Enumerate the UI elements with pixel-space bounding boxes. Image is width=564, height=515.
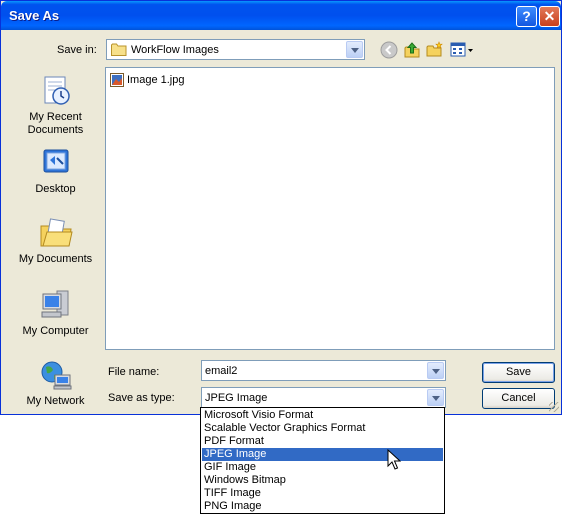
file-name-field[interactable]: email2 — [201, 360, 446, 381]
save-in-label: Save in: — [57, 44, 97, 56]
type-option[interactable]: PNG Image — [202, 500, 443, 513]
place-label: My Network — [26, 395, 85, 407]
place-label: My Documents — [18, 253, 93, 265]
place-label: My Computer — [22, 325, 89, 337]
file-name-label: File name: — [108, 366, 160, 378]
new-folder-icon[interactable] — [426, 41, 444, 59]
place-my-network[interactable]: My Network — [13, 358, 98, 408]
help-button[interactable]: ? — [516, 6, 537, 27]
jpg-file-icon — [110, 73, 124, 87]
type-option[interactable]: Scalable Vector Graphics Format — [202, 422, 443, 435]
save-as-dialog: Save As ? ✕ Save in: WorkFlow Images My … — [0, 0, 562, 415]
places-bar: My Recent Documents Desktop My Documents… — [13, 66, 98, 412]
place-desktop[interactable]: Desktop — [13, 146, 98, 196]
dialog-title: Save As — [9, 8, 60, 23]
save-as-type-label: Save as type: — [108, 392, 175, 404]
my-computer-icon — [39, 288, 73, 322]
save-as-type-dropdown-button[interactable] — [427, 389, 444, 406]
type-option[interactable]: GIF Image — [202, 461, 443, 474]
place-my-documents[interactable]: My Documents — [13, 216, 98, 266]
file-name-dropdown-button[interactable] — [427, 362, 444, 379]
up-folder-icon[interactable] — [403, 41, 421, 59]
resize-grip[interactable] — [549, 402, 559, 412]
place-label: My Recent Documents — [27, 111, 84, 136]
save-as-type-value: JPEG Image — [205, 392, 268, 404]
save-in-value: WorkFlow Images — [131, 44, 219, 56]
type-option[interactable]: Windows Bitmap — [202, 474, 443, 487]
save-as-type-select[interactable]: JPEG Image — [201, 387, 446, 408]
save-in-combo[interactable]: WorkFlow Images — [106, 39, 365, 60]
recent-documents-icon — [39, 74, 73, 108]
place-my-computer[interactable]: My Computer — [13, 288, 98, 338]
file-name-value: email2 — [205, 365, 238, 377]
save-as-type-dropdown-list[interactable]: Microsoft Visio Format Scalable Vector G… — [200, 407, 445, 514]
mouse-cursor-icon — [387, 448, 402, 474]
my-documents-icon — [39, 216, 73, 250]
title-bar[interactable]: Save As ? ✕ — [1, 1, 561, 30]
type-option[interactable]: TIFF Image — [202, 487, 443, 500]
place-label: Desktop — [35, 183, 76, 195]
save-button[interactable]: Save — [482, 362, 555, 383]
folder-icon — [111, 43, 127, 59]
type-option[interactable]: PDF Format — [202, 435, 443, 448]
my-network-icon — [39, 358, 73, 392]
file-list[interactable]: Image 1.jpg — [105, 67, 555, 350]
cancel-button[interactable]: Cancel — [482, 388, 555, 409]
back-icon[interactable] — [380, 41, 398, 59]
close-button[interactable]: ✕ — [539, 6, 560, 27]
type-option-selected[interactable]: JPEG Image — [202, 448, 443, 461]
save-in-dropdown-button[interactable] — [346, 41, 363, 58]
views-menu-icon[interactable] — [450, 41, 474, 59]
desktop-icon — [39, 146, 73, 180]
file-name: Image 1.jpg — [127, 74, 185, 86]
type-option[interactable]: Microsoft Visio Format — [202, 409, 443, 422]
place-recent-documents[interactable]: My Recent Documents — [13, 74, 98, 137]
